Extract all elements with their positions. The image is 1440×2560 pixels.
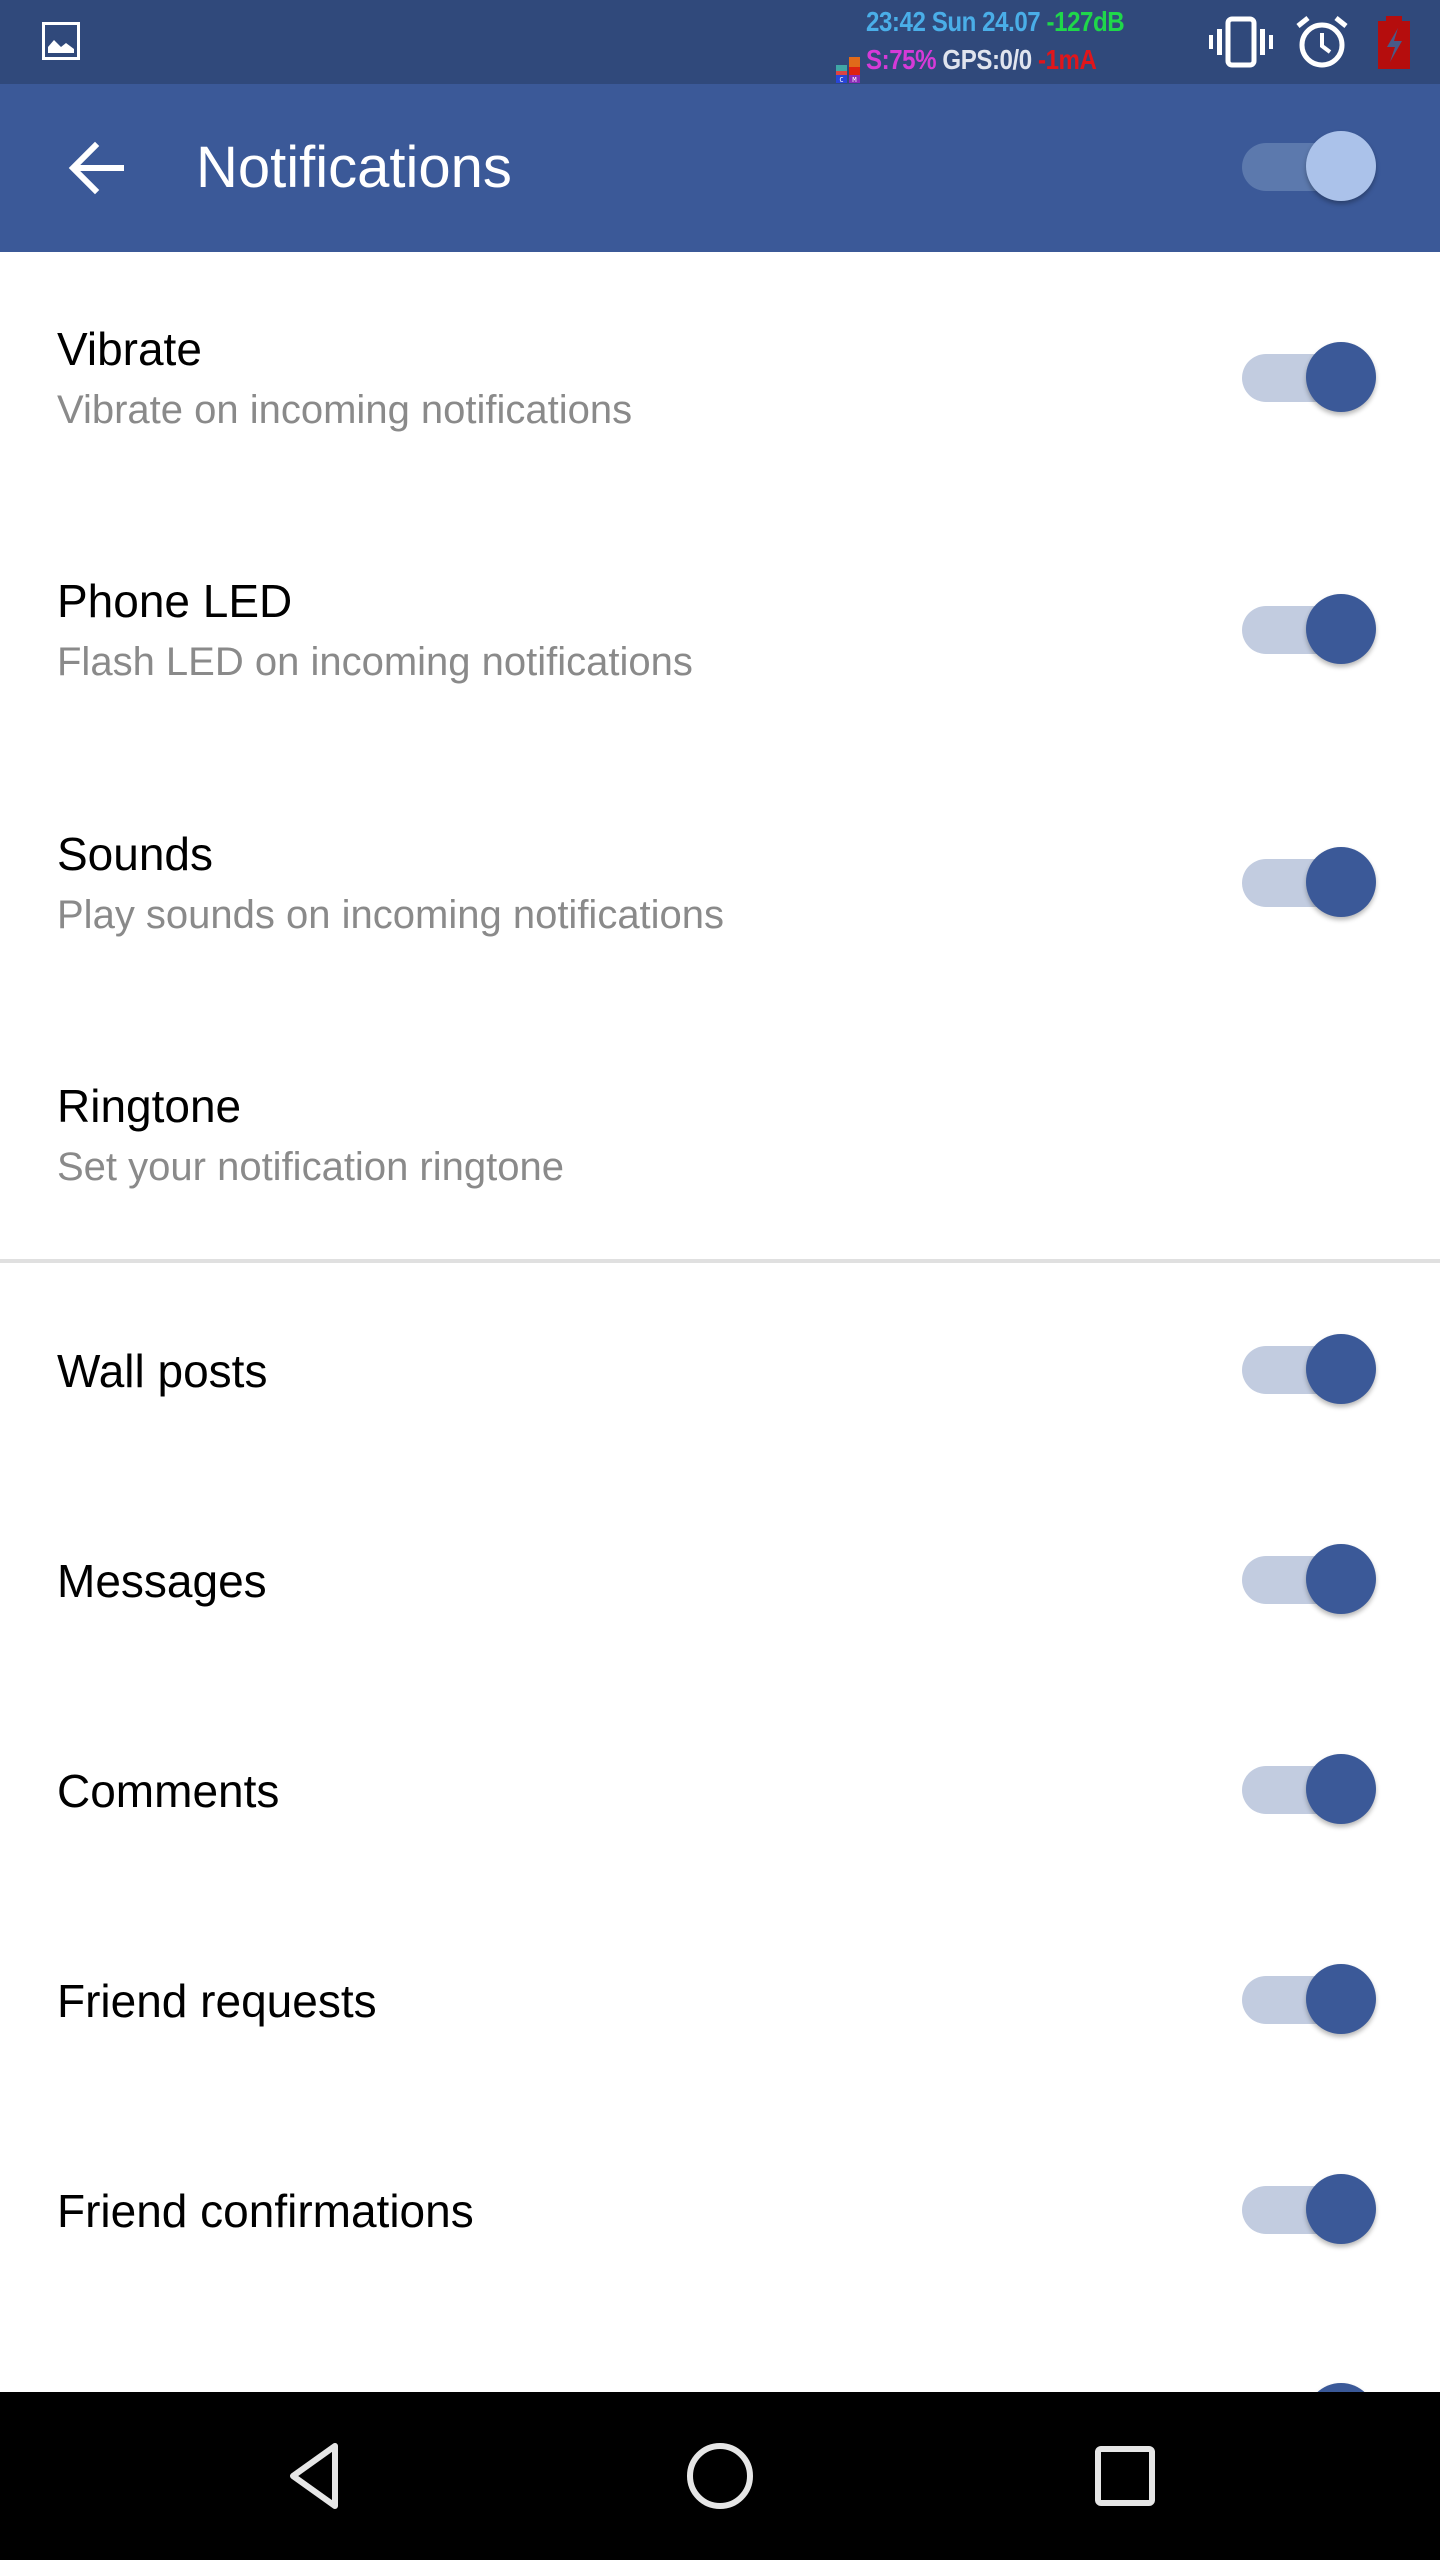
page-title: Notifications — [196, 135, 512, 200]
switch-knob — [1306, 847, 1376, 917]
setting-friend-requests[interactable]: Friend requests — [0, 1964, 1440, 2036]
setting-title: Vibrate — [57, 323, 202, 375]
setting-friend-confirmations[interactable]: Friend confirmations — [0, 2174, 1440, 2246]
setting-wall-posts[interactable]: Wall posts — [0, 1334, 1440, 1406]
status-bar: C M 23:42 Sun 24.07 -127dB S:75% GPS:0/0… — [0, 0, 1440, 84]
status-line-1: 23:42 Sun 24.07 -127dB — [866, 6, 1125, 38]
setting-ringtone[interactable]: Ringtone Set your notification ringtone — [0, 1057, 1440, 1257]
switch-knob — [1306, 1754, 1376, 1824]
switch-knob — [1306, 1544, 1376, 1614]
home-circle-icon — [687, 2443, 753, 2509]
setting-title: Messages — [57, 1555, 267, 1607]
sounds-switch[interactable] — [1240, 847, 1380, 919]
system-nav-bar — [0, 2392, 1440, 2560]
cm-widget-icon: C M — [836, 57, 860, 83]
switch-knob — [1306, 594, 1376, 664]
status-signal: -127dB — [1046, 6, 1125, 37]
switch-knob — [1306, 1334, 1376, 1404]
friend-confirmations-switch[interactable] — [1240, 2174, 1380, 2246]
setting-title: Ringtone — [57, 1080, 242, 1132]
setting-title: Phone LED — [57, 575, 293, 627]
setting-subtitle: Play sounds on incoming notifications — [57, 893, 725, 937]
switch-knob — [1306, 2174, 1376, 2244]
friend-requests-switch[interactable] — [1240, 1964, 1380, 2036]
master-notifications-switch[interactable] — [1240, 131, 1380, 203]
svg-text:M: M — [852, 76, 856, 83]
setting-title: Friend confirmations — [57, 2185, 474, 2237]
setting-title: Wall posts — [57, 1345, 268, 1397]
app-toolbar: Notifications — [0, 84, 1440, 252]
arrow-left-icon — [68, 141, 124, 195]
setting-title: Comments — [57, 1765, 280, 1817]
setting-subtitle: Flash LED on incoming notifications — [57, 640, 693, 684]
status-storage: S:75% — [866, 44, 937, 75]
battery-charging-icon — [1378, 16, 1410, 69]
setting-sounds[interactable]: Sounds Play sounds on incoming notificat… — [0, 805, 1440, 1015]
status-time-date: 23:42 Sun 24.07 — [866, 6, 1041, 37]
setting-vibrate[interactable]: Vibrate Vibrate on incoming notification… — [0, 300, 1440, 510]
setting-subtitle: Vibrate on incoming notifications — [57, 388, 633, 432]
back-triangle-icon — [290, 2443, 338, 2509]
back-button[interactable] — [52, 130, 142, 206]
status-current: -1mA — [1038, 44, 1097, 75]
phone-led-switch[interactable] — [1240, 594, 1380, 666]
status-line-2: S:75% GPS:0/0 -1mA — [866, 44, 1097, 76]
setting-comments[interactable]: Comments — [0, 1754, 1440, 1826]
switch-knob — [1306, 342, 1376, 412]
nav-home-button[interactable] — [670, 2426, 770, 2526]
vibrate-switch[interactable] — [1240, 342, 1380, 414]
nav-recents-button[interactable] — [1075, 2426, 1175, 2526]
setting-title: Sounds — [57, 828, 214, 880]
setting-phone-led[interactable]: Phone LED Flash LED on incoming notifica… — [0, 552, 1440, 762]
image-icon — [42, 22, 80, 60]
wall-posts-switch[interactable] — [1240, 1334, 1380, 1406]
setting-messages[interactable]: Messages — [0, 1544, 1440, 1616]
switch-knob — [1306, 1964, 1376, 2034]
setting-subtitle: Set your notification ringtone — [57, 1145, 564, 1189]
comments-switch[interactable] — [1240, 1754, 1380, 1826]
section-divider — [0, 1259, 1440, 1263]
status-gps: GPS:0/0 — [942, 44, 1032, 75]
switch-knob — [1306, 131, 1376, 201]
messages-switch[interactable] — [1240, 1544, 1380, 1616]
svg-text:C: C — [839, 76, 843, 83]
vibrate-icon — [1209, 16, 1273, 68]
setting-title: Friend requests — [57, 1975, 377, 2027]
recents-square-icon — [1095, 2446, 1155, 2506]
alarm-icon — [1296, 16, 1348, 68]
nav-back-button[interactable] — [265, 2426, 365, 2526]
